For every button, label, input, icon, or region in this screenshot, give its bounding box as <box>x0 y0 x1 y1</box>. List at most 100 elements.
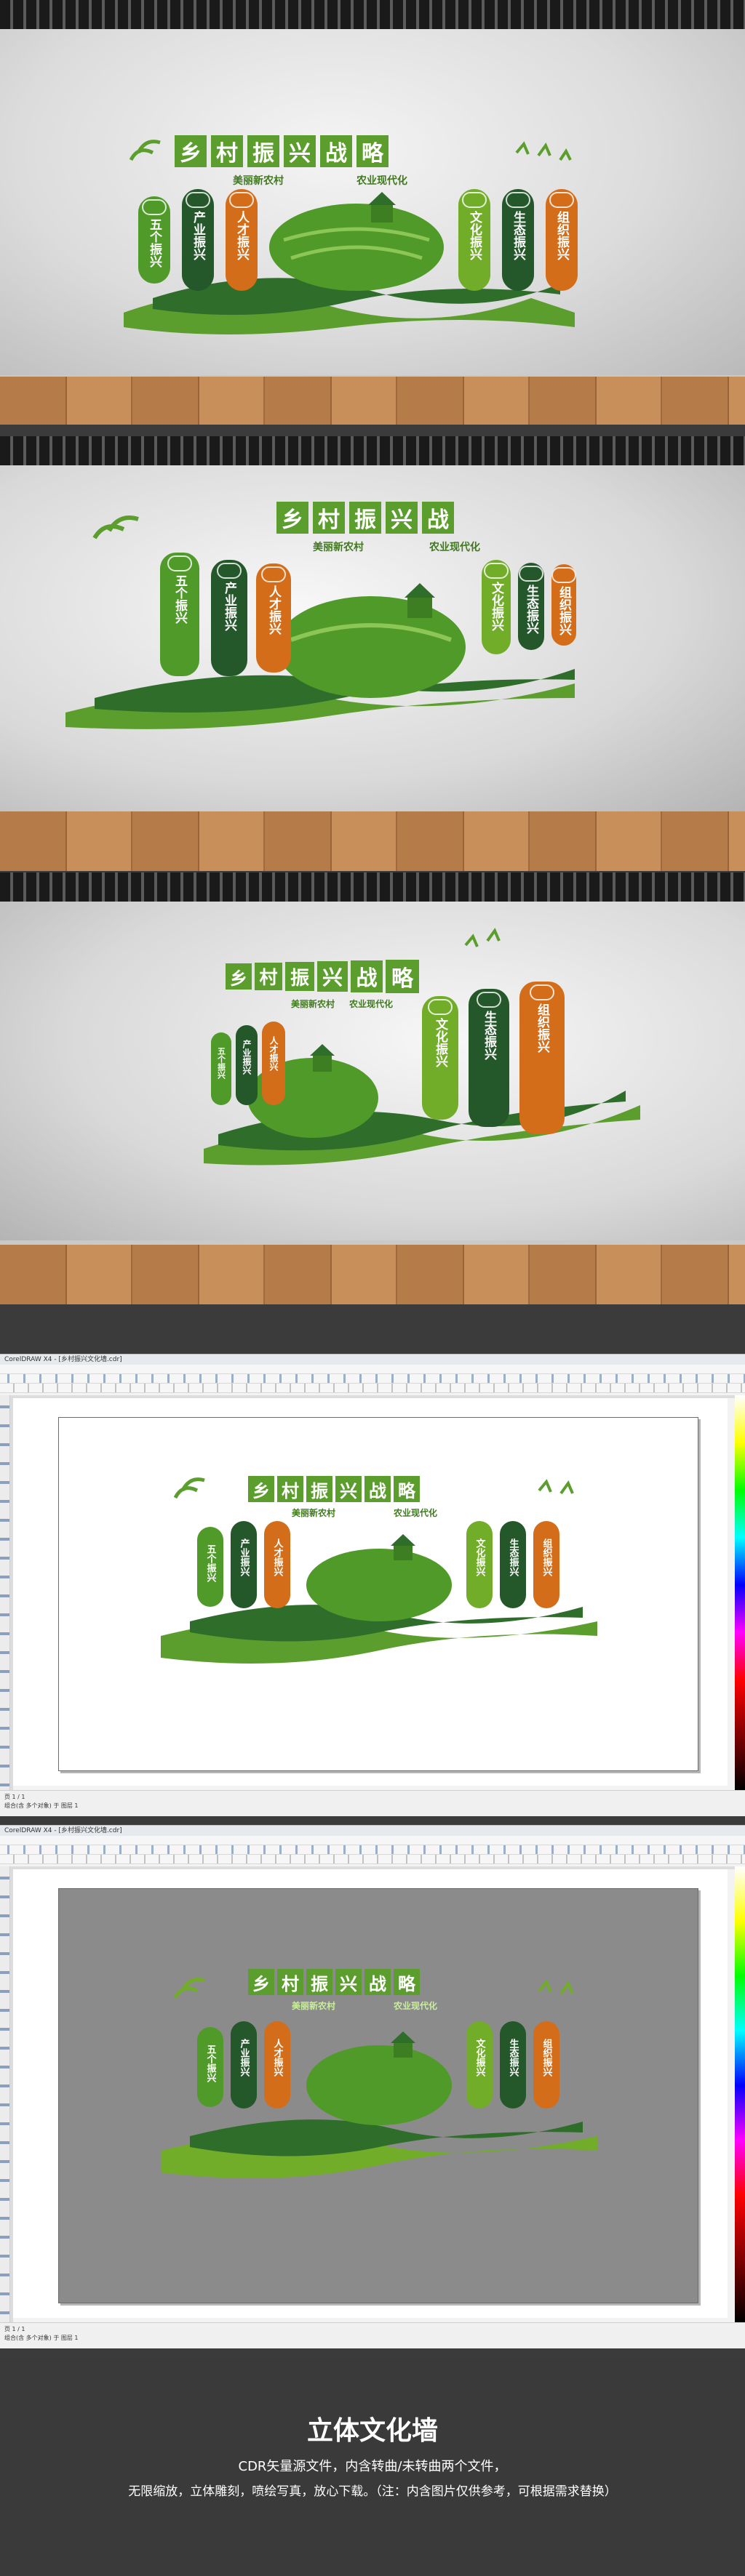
title-char: 村 <box>255 963 282 990</box>
property-bar[interactable] <box>0 1855 745 1864</box>
title-char: 乡 <box>248 1476 274 1502</box>
pill-five-revitalization: 五个振兴 <box>197 1527 223 1607</box>
pill-culture: 文化振兴 <box>422 996 458 1120</box>
bamboo-leaves-icon <box>129 140 161 161</box>
pill-label: 产业振兴 <box>222 582 236 631</box>
title-char: 战 <box>351 960 383 992</box>
pill-label: 人才振兴 <box>268 1036 279 1071</box>
title-char: 振 <box>247 135 279 167</box>
footer-title: 立体文化墙 <box>306 2416 438 2446</box>
subtitle-left: 美丽新农村 <box>291 999 335 1009</box>
pill-culture: 文化振兴 <box>482 560 511 654</box>
culture-wall: 乡 村 振 兴 战 略 美丽新农村 农业现代化 五个振兴 产业振兴 人才振兴 文… <box>204 916 640 1171</box>
pill-label: 组织振兴 <box>541 1538 552 1576</box>
pill-label: 人才振兴 <box>271 1538 283 1576</box>
app-window: CorelDRAW X4 - [乡村振兴文化墙.cdr] 乡 村 振 兴 战 略… <box>0 1354 745 1816</box>
color-palette[interactable] <box>735 1866 745 2322</box>
toolbox[interactable] <box>0 1395 10 1790</box>
pill-label: 产业振兴 <box>191 211 205 260</box>
render-scene-2: 乡 村 振 兴 战 美丽新农村 农业现代化 五个振兴 产业振兴 人才振兴 文化振… <box>0 436 745 871</box>
title-char: 乡 <box>175 135 207 167</box>
subtitle-right: 农业现代化 <box>394 2001 438 2011</box>
pill-ornament <box>217 563 242 579</box>
standard-toolbar[interactable] <box>0 1374 745 1384</box>
pill-label: 五个振兴 <box>204 1544 216 1582</box>
roof-icon <box>391 2031 415 2043</box>
pill-label: 生态振兴 <box>482 1011 496 1060</box>
software-screenshot-2: CorelDRAW X4 - [乡村振兴文化墙.cdr] 乡 村 振 兴 战 略… <box>0 1825 745 2348</box>
pill-five-revitalization: 五个振兴 <box>197 2027 223 2107</box>
culture-wall-design: 乡 村 振 兴 战 略 美丽新农村 农业现代化 五个振兴 产业振兴 人才振兴 文… <box>161 1469 597 1672</box>
pill-label: 五个振兴 <box>204 2045 216 2082</box>
pill-label: 生态振兴 <box>524 585 538 634</box>
title-char: 兴 <box>317 961 348 992</box>
house-icon <box>407 596 432 618</box>
pill-culture: 文化振兴 <box>458 189 490 291</box>
subtitle-left: 美丽新农村 <box>292 1508 336 1518</box>
title-char: 战 <box>320 135 352 167</box>
title-char: 战 <box>422 502 454 534</box>
pill-organization: 组织振兴 <box>533 1521 559 1608</box>
wood-floor <box>0 811 745 871</box>
pill-ecology: 生态振兴 <box>502 189 534 291</box>
app-window: CorelDRAW X4 - [乡村振兴文化墙.cdr] 乡 村 振 兴 战 略… <box>0 1825 745 2348</box>
pill-culture: 文化振兴 <box>466 2021 493 2108</box>
pill-label: 人才振兴 <box>234 211 249 260</box>
pill-industry: 产业振兴 <box>236 1025 258 1105</box>
pill-industry: 产业振兴 <box>231 1521 257 1608</box>
pill-label: 五个振兴 <box>172 574 187 624</box>
pill-label: 产业振兴 <box>238 1538 250 1576</box>
menu-bar[interactable] <box>0 1836 745 1845</box>
render-scene-3: 乡 村 振 兴 战 略 美丽新农村 农业现代化 五个振兴 产业振兴 人才振兴 文… <box>0 872 745 1304</box>
menu-bar[interactable] <box>0 1365 745 1374</box>
pill-organization: 组织振兴 <box>533 2021 559 2108</box>
title-char: 乡 <box>248 1969 274 1995</box>
drawing-canvas[interactable]: 乡 村 振 兴 战 略 美丽新农村 农业现代化 五个振兴 产业振兴 人才振兴 文… <box>13 1869 728 2318</box>
pill-ornament <box>142 199 167 215</box>
status-bar: 页 1 / 1 组合(含 多个对象) 于 图层 1 <box>0 1790 745 1816</box>
render-scene-1: 乡 村 振 兴 战 略 美丽新农村 农业现代化 五个振兴 产业振兴 人才振兴 文… <box>0 0 745 425</box>
pill-label: 五个振兴 <box>216 1047 226 1079</box>
pill-label: 人才振兴 <box>266 585 281 635</box>
pill-five-revitalization: 五个振兴 <box>138 196 170 284</box>
title-char: 略 <box>394 1969 420 1995</box>
subtitle-right: 农业现代化 <box>429 542 480 553</box>
pill-label: 文化振兴 <box>489 582 503 631</box>
toolbox[interactable] <box>0 1866 10 2322</box>
bamboo-leaves-icon <box>92 515 139 539</box>
pill-ornament <box>186 192 210 208</box>
pill-ecology: 生态振兴 <box>518 563 544 650</box>
title-char: 兴 <box>284 135 316 167</box>
pill-label: 产业振兴 <box>238 2039 250 2077</box>
title-char: 战 <box>364 1969 391 1995</box>
pill-industry: 产业振兴 <box>211 560 247 676</box>
subtitle-right: 农业现代化 <box>349 999 394 1009</box>
birds-icon <box>538 1979 574 1995</box>
pill-industry: 产业振兴 <box>182 189 214 291</box>
wall-title: 乡 村 振 兴 战 略 <box>226 960 419 993</box>
subtitle-left: 美丽新农村 <box>292 2001 336 2011</box>
title-char: 村 <box>313 502 345 534</box>
status-selection: 组合(含 多个对象) 于 图层 1 <box>4 1802 79 1809</box>
pill-label: 组织振兴 <box>554 211 569 260</box>
standard-toolbar[interactable] <box>0 1845 745 1855</box>
property-bar[interactable] <box>0 1384 745 1393</box>
drawing-canvas[interactable]: 乡 村 振 兴 战 略 美丽新农村 农业现代化 五个振兴 产业振兴 人才振兴 文… <box>13 1398 728 1786</box>
pill-ornament <box>229 192 254 208</box>
title-char: 略 <box>356 135 389 167</box>
pill-ornament <box>428 999 453 1015</box>
culture-wall: 乡 村 振 兴 战 略 美丽新农村 农业现代化 五个振兴 产业振兴 人才振兴 文… <box>109 131 589 349</box>
pill-label: 组织振兴 <box>535 1003 549 1053</box>
wood-floor <box>0 377 745 425</box>
color-palette[interactable] <box>735 1395 745 1790</box>
title-char: 振 <box>306 1476 332 1502</box>
culture-wall-design: 乡 村 振 兴 战 略 美丽新农村 农业现代化 五个振兴 产业振兴 人才振兴 文… <box>161 1954 597 2187</box>
pill-ornament <box>530 984 554 1000</box>
subtitle-right: 农业现代化 <box>394 1508 438 1518</box>
birds-icon <box>515 141 572 161</box>
software-screenshot-1: CorelDRAW X4 - [乡村振兴文化墙.cdr] 乡 村 振 兴 战 略… <box>0 1354 745 1816</box>
birds-icon <box>464 927 501 947</box>
status-page: 页 1 / 1 <box>4 2326 25 2332</box>
birds-icon <box>538 1479 574 1495</box>
title-char: 兴 <box>335 1476 362 1502</box>
